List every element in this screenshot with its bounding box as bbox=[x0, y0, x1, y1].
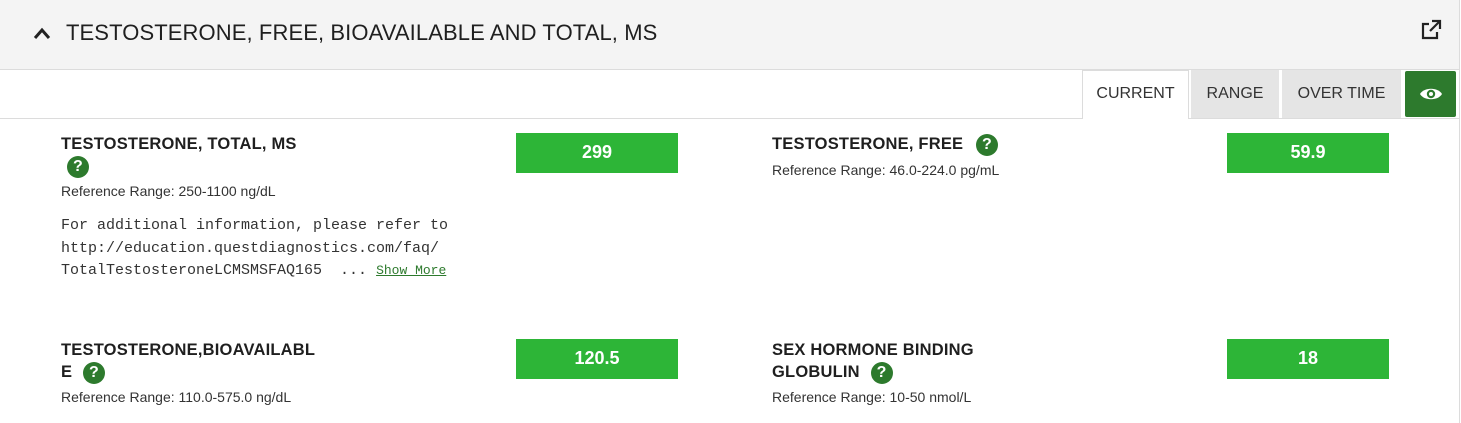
help-icon[interactable]: ? bbox=[976, 133, 999, 156]
help-icon[interactable]: ? bbox=[83, 361, 106, 384]
help-icon[interactable]: ? bbox=[67, 155, 89, 178]
test-name-total: TESTOSTERONE, TOTAL, MS ? bbox=[61, 133, 297, 178]
tab-range[interactable]: RANGE bbox=[1191, 70, 1279, 118]
test-name-bioavailable: TESTOSTERONE,BIOAVAILABL E ? bbox=[61, 339, 315, 384]
test-name-line: GLOBULIN bbox=[772, 363, 860, 381]
test-name-line: TESTOSTERONE, TOTAL, MS bbox=[61, 135, 297, 153]
tab-current[interactable]: CURRENT bbox=[1082, 70, 1189, 119]
result-value: 18 bbox=[1227, 339, 1389, 379]
test-name-line: E bbox=[61, 363, 73, 381]
reference-range: Reference Range: 46.0-224.0 pg/mL bbox=[772, 162, 1000, 178]
test-name-shbg: SEX HORMONE BINDING GLOBULIN ? bbox=[772, 339, 974, 384]
result-value: 120.5 bbox=[516, 339, 678, 379]
test-name-line: TESTOSTERONE,BIOAVAILABL bbox=[61, 341, 316, 359]
result-value: 299 bbox=[516, 133, 678, 173]
chevron-up-icon[interactable] bbox=[32, 26, 52, 40]
test-name-line: SEX HORMONE BINDING bbox=[772, 341, 974, 359]
panel-title: TESTOSTERONE, FREE, BIOAVAILABLE AND TOT… bbox=[66, 20, 658, 45]
note-line: http://education.questdiagnostics.com/fa… bbox=[61, 239, 440, 257]
open-external-icon[interactable] bbox=[1419, 18, 1443, 42]
note-line: TotalTestosteroneLCMSMSFAQ165 ... bbox=[61, 262, 377, 279]
test-name-free: TESTOSTERONE, FREE ? bbox=[772, 133, 999, 156]
panel-right-border bbox=[1459, 0, 1460, 423]
reference-range: Reference Range: 10-50 nmol/L bbox=[772, 389, 972, 405]
tabs-divider bbox=[0, 118, 1459, 119]
view-toggle-button[interactable] bbox=[1405, 71, 1456, 117]
reference-range: Reference Range: 250-1100 ng/dL bbox=[61, 183, 276, 199]
show-more-link[interactable]: Show More bbox=[376, 263, 446, 278]
panel-header: TESTOSTERONE, FREE, BIOAVAILABLE AND TOT… bbox=[0, 0, 1459, 70]
reference-range: Reference Range: 110.0-575.0 ng/dL bbox=[61, 389, 292, 405]
tab-over-time[interactable]: OVER TIME bbox=[1282, 70, 1401, 118]
result-value: 59.9 bbox=[1227, 133, 1389, 173]
test-note: For additional information, please refer… bbox=[61, 215, 448, 283]
help-icon[interactable]: ? bbox=[870, 361, 893, 384]
note-line: For additional information, please refer… bbox=[61, 217, 449, 234]
eye-icon bbox=[1420, 88, 1442, 100]
test-name-line: TESTOSTERONE, FREE bbox=[772, 135, 964, 153]
